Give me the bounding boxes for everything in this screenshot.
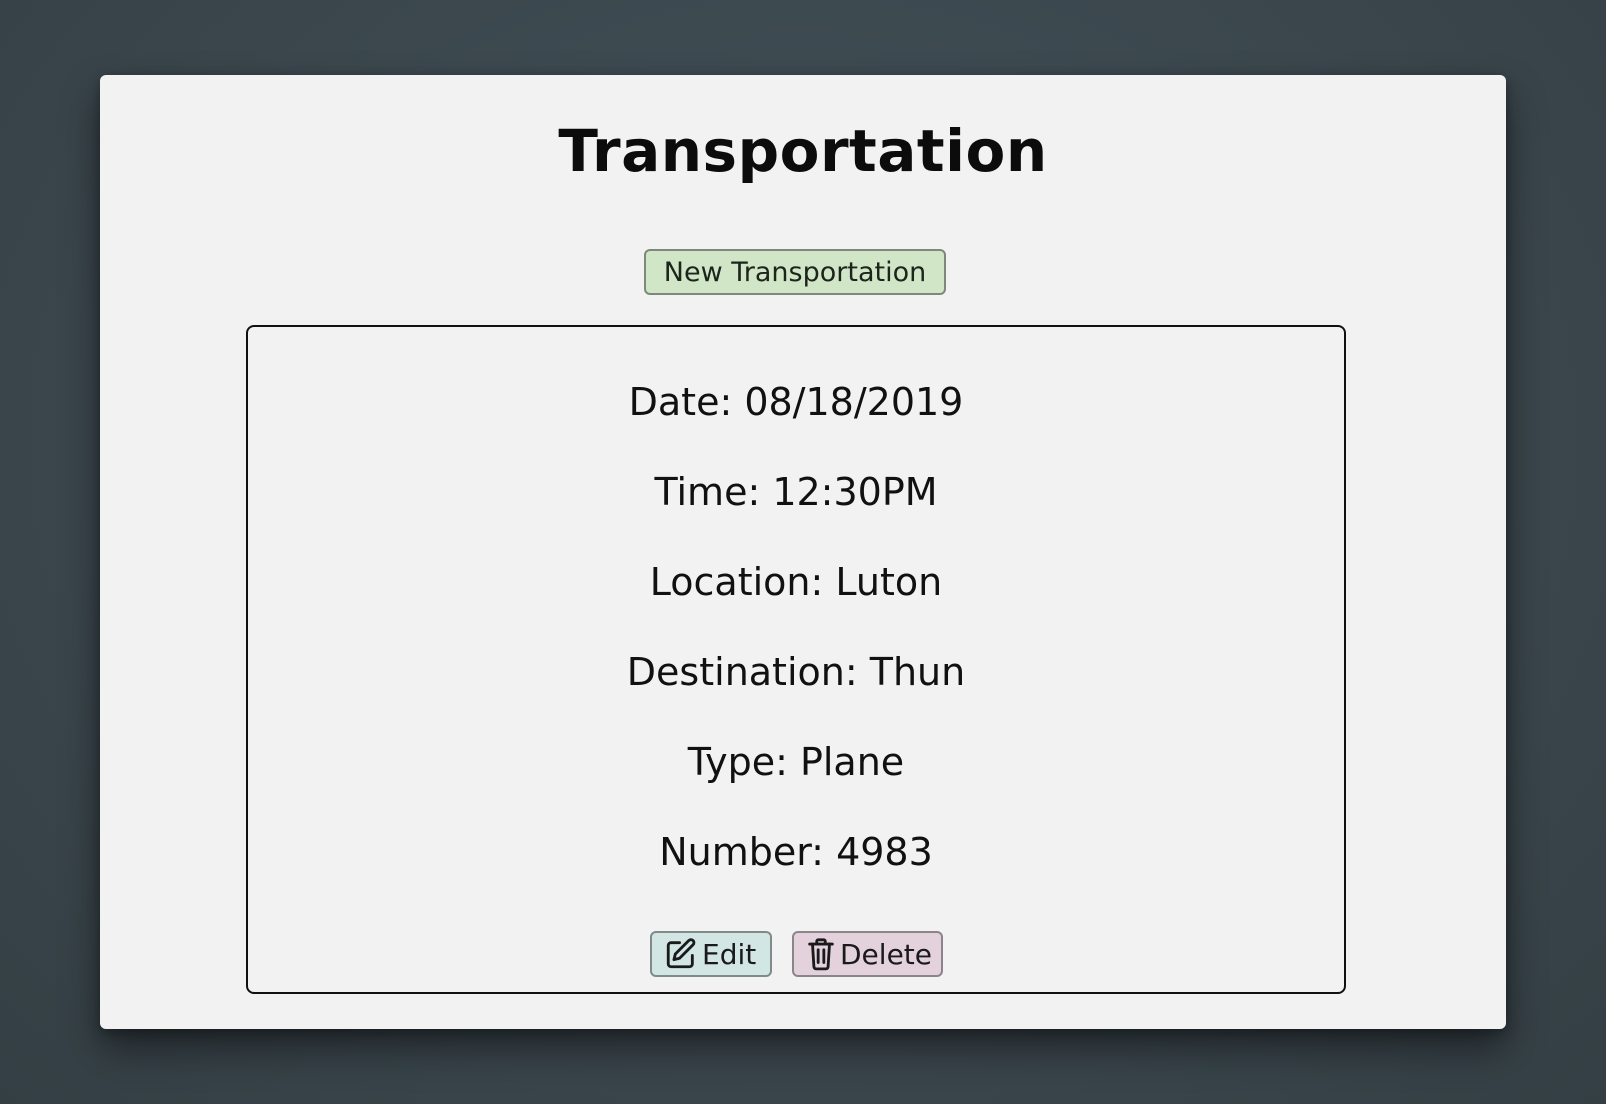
transportation-card: Date: 08/18/2019 Time: 12:30PM Location:… [246, 325, 1346, 994]
edit-icon [664, 937, 698, 971]
type-field: Type: Plane [687, 740, 905, 784]
main-panel: Transportation New Transportation Date: … [100, 75, 1506, 1029]
delete-button[interactable]: Delete [792, 931, 943, 977]
card-actions: Edit Delete [248, 931, 1344, 977]
location-field: Location: Luton [649, 560, 943, 604]
page-title: Transportation [558, 117, 1048, 185]
edit-button[interactable]: Edit [650, 931, 772, 977]
number-field: Number: 4983 [659, 830, 933, 874]
edit-label: Edit [702, 937, 757, 971]
time-field: Time: 12:30PM [654, 470, 938, 514]
destination-field: Destination: Thun [626, 650, 966, 694]
new-transportation-button[interactable]: New Transportation [644, 249, 946, 295]
delete-label: Delete [840, 937, 932, 971]
date-field: Date: 08/18/2019 [628, 380, 964, 424]
trash-icon [806, 937, 836, 971]
